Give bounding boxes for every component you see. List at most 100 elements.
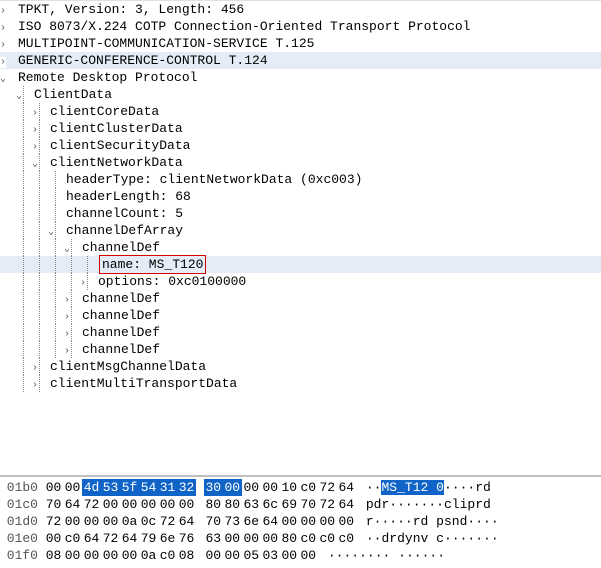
- hex-byte[interactable]: 00: [63, 513, 82, 530]
- hex-byte[interactable]: 64: [337, 496, 356, 513]
- hex-byte[interactable]: c0: [337, 530, 356, 547]
- hex-byte[interactable]: 64: [120, 530, 139, 547]
- hex-byte[interactable]: c0: [299, 530, 318, 547]
- hex-byte[interactable]: 10: [280, 479, 299, 496]
- hex-byte[interactable]: 32: [177, 479, 196, 496]
- hex-byte[interactable]: c0: [299, 479, 318, 496]
- hex-byte[interactable]: 00: [299, 547, 318, 564]
- hex-byte[interactable]: 6e: [242, 513, 261, 530]
- tree-row[interactable]: › clientSecurityData: [0, 137, 601, 154]
- hex-byte[interactable]: 00: [82, 513, 101, 530]
- hex-byte[interactable]: 00: [139, 496, 158, 513]
- hex-byte[interactable]: 72: [82, 496, 101, 513]
- hex-byte[interactable]: 08: [177, 547, 196, 564]
- hex-byte[interactable]: 69: [280, 496, 299, 513]
- hex-byte[interactable]: 0a: [120, 513, 139, 530]
- tree-row[interactable]: headerType: clientNetworkData (0xc003): [0, 171, 601, 188]
- hex-byte[interactable]: 00: [261, 530, 280, 547]
- toggle-collapsed-icon[interactable]: ›: [32, 125, 38, 136]
- toggle-collapsed-icon[interactable]: ›: [32, 142, 38, 153]
- tree-row[interactable]: › channelDef: [0, 290, 601, 307]
- hex-byte[interactable]: 00: [82, 547, 101, 564]
- hex-byte[interactable]: 03: [261, 547, 280, 564]
- hex-row[interactable]: 01f008000000000ac008 000005030000·······…: [0, 547, 601, 564]
- hex-row[interactable]: 01c07064720000000000 8080636c69707264pdr…: [0, 496, 601, 513]
- hex-byte[interactable]: 64: [63, 496, 82, 513]
- hex-byte[interactable]: c0: [63, 530, 82, 547]
- hex-ascii[interactable]: ········ ······: [318, 547, 445, 564]
- toggle-collapsed-icon[interactable]: ›: [64, 346, 70, 357]
- hex-byte[interactable]: 00: [101, 513, 120, 530]
- hex-byte[interactable]: 00: [63, 479, 82, 496]
- hex-byte[interactable]: 72: [318, 479, 337, 496]
- hex-byte[interactable]: 70: [44, 496, 63, 513]
- hex-byte[interactable]: 00: [261, 479, 280, 496]
- tree-row[interactable]: › options: 0xc0100000: [0, 273, 601, 290]
- hex-byte[interactable]: 53: [101, 479, 120, 496]
- hex-byte[interactable]: 64: [261, 513, 280, 530]
- toggle-collapsed-icon[interactable]: ›: [64, 312, 70, 323]
- hex-byte[interactable]: 54: [139, 479, 158, 496]
- toggle-expanded-icon[interactable]: ⌄: [32, 159, 38, 170]
- hex-byte[interactable]: 4d: [82, 479, 101, 496]
- hex-byte[interactable]: 64: [177, 513, 196, 530]
- hex-panel[interactable]: 01b000004d535f543132 3000000010c07264··M…: [0, 476, 601, 568]
- hex-byte[interactable]: 73: [223, 513, 242, 530]
- hex-byte[interactable]: 6c: [261, 496, 280, 513]
- hex-byte[interactable]: 00: [63, 547, 82, 564]
- tree-row[interactable]: ⌄ channelDef: [0, 239, 601, 256]
- hex-byte[interactable]: 00: [242, 530, 261, 547]
- hex-row[interactable]: 01b000004d535f543132 3000000010c07264··M…: [0, 479, 601, 496]
- toggle-expanded-icon[interactable]: ⌄: [64, 244, 70, 255]
- hex-byte[interactable]: 79: [139, 530, 158, 547]
- hex-byte[interactable]: 30: [204, 479, 223, 496]
- hex-byte[interactable]: 00: [223, 547, 242, 564]
- toggle-collapsed-icon[interactable]: ›: [0, 57, 6, 68]
- hex-byte[interactable]: 00: [120, 496, 139, 513]
- hex-byte[interactable]: 6e: [158, 530, 177, 547]
- hex-row[interactable]: 01e000c0647264796e76 6300000080c0c0c0··d…: [0, 530, 601, 547]
- tree-row[interactable]: › channelDef: [0, 307, 601, 324]
- toggle-collapsed-icon[interactable]: ›: [0, 6, 6, 17]
- hex-byte[interactable]: 00: [44, 530, 63, 547]
- hex-byte[interactable]: 80: [280, 530, 299, 547]
- hex-byte[interactable]: 00: [158, 496, 177, 513]
- tree-row[interactable]: › ISO 8073/X.224 COTP Connection-Oriente…: [0, 18, 601, 35]
- tree-row[interactable]: › channelDef: [0, 341, 601, 358]
- hex-byte[interactable]: 00: [280, 547, 299, 564]
- hex-byte[interactable]: 64: [82, 530, 101, 547]
- hex-byte[interactable]: 00: [337, 513, 356, 530]
- hex-byte[interactable]: 00: [101, 496, 120, 513]
- hex-byte[interactable]: 80: [204, 496, 223, 513]
- toggle-expanded-icon[interactable]: ⌄: [48, 227, 54, 238]
- toggle-collapsed-icon[interactable]: ›: [32, 108, 38, 119]
- tree-row[interactable]: headerLength: 68: [0, 188, 601, 205]
- hex-byte[interactable]: 00: [101, 547, 120, 564]
- hex-byte[interactable]: 00: [204, 547, 223, 564]
- toggle-collapsed-icon[interactable]: ›: [0, 23, 6, 34]
- hex-byte[interactable]: 00: [242, 479, 261, 496]
- hex-byte[interactable]: c0: [318, 530, 337, 547]
- toggle-collapsed-icon[interactable]: ›: [0, 40, 6, 51]
- toggle-expanded-icon[interactable]: ⌄: [16, 91, 22, 102]
- hex-byte[interactable]: 76: [177, 530, 196, 547]
- hex-byte[interactable]: c0: [158, 547, 177, 564]
- hex-byte[interactable]: 00: [223, 479, 242, 496]
- hex-byte[interactable]: 70: [204, 513, 223, 530]
- tree-row[interactable]: ⌄ Remote Desktop Protocol: [0, 69, 601, 86]
- tree-row[interactable]: ⌄ channelDefArray: [0, 222, 601, 239]
- hex-byte[interactable]: 00: [280, 513, 299, 530]
- hex-byte[interactable]: 63: [204, 530, 223, 547]
- hex-byte[interactable]: 72: [158, 513, 177, 530]
- hex-byte[interactable]: 00: [318, 513, 337, 530]
- tree-row[interactable]: › channelDef: [0, 324, 601, 341]
- tree-row[interactable]: channelCount: 5: [0, 205, 601, 222]
- tree-row[interactable]: › clientMultiTransportData: [0, 375, 601, 392]
- hex-byte[interactable]: 72: [318, 496, 337, 513]
- tree-row[interactable]: ⌄ clientNetworkData: [0, 154, 601, 171]
- hex-byte[interactable]: 64: [337, 479, 356, 496]
- tree-row[interactable]: › MULTIPOINT-COMMUNICATION-SERVICE T.125: [0, 35, 601, 52]
- hex-byte[interactable]: 5f: [120, 479, 139, 496]
- hex-ascii[interactable]: pdr·······cliprd: [356, 496, 491, 513]
- toggle-collapsed-icon[interactable]: ›: [32, 380, 38, 391]
